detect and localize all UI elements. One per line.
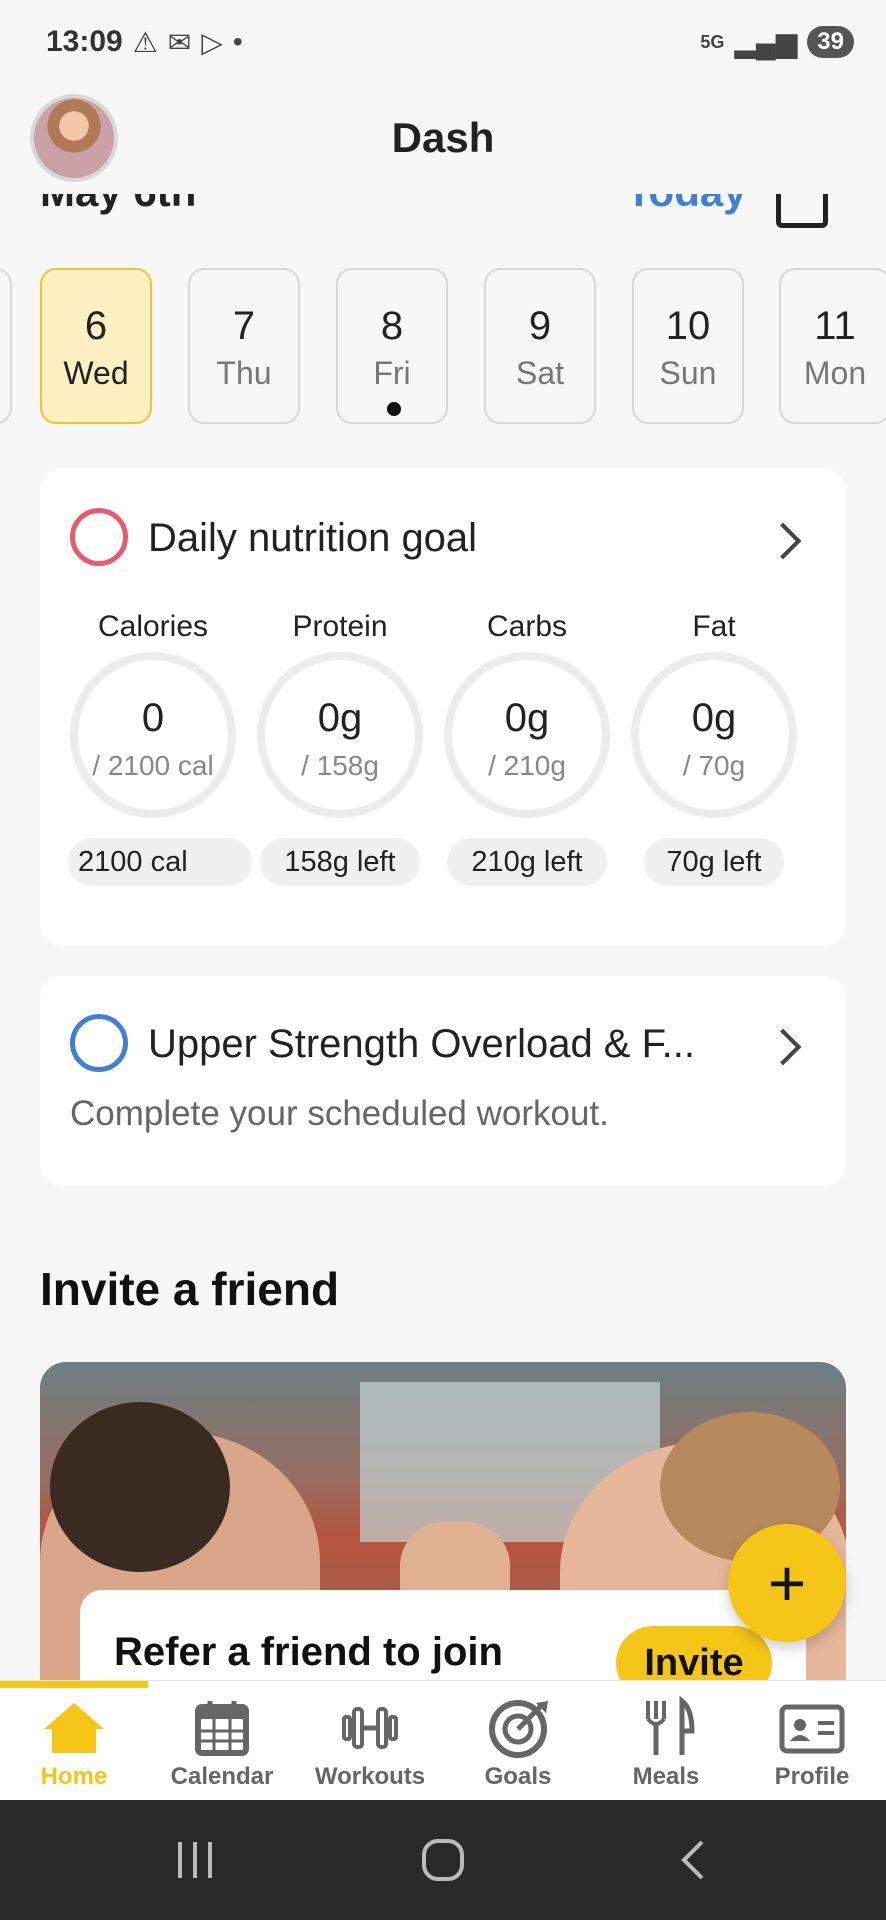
nutrition-card[interactable]: Daily nutrition goal Calories 0 / 2100 c…: [40, 468, 846, 946]
nav-label: Profile: [774, 1763, 850, 1790]
macro-target: / 70g: [682, 750, 746, 781]
network-type: 5G: [700, 31, 725, 52]
status-right: 5G ▂▄▆ 39: [700, 26, 854, 59]
day-number: 10: [665, 304, 711, 348]
macro-remaining: 70g left: [644, 838, 784, 886]
calendar-icon: [195, 1701, 249, 1756]
macro-carbs: Carbs 0g / 210g 210g left: [434, 610, 620, 910]
day-chip-6[interactable]: 6 Wed: [40, 268, 152, 424]
active-tab-indicator: [0, 1681, 148, 1688]
scheduled-dot: [387, 402, 401, 416]
macro-label: Calories: [97, 610, 209, 643]
chevron-right-icon[interactable]: [764, 1028, 802, 1066]
back-icon[interactable]: [668, 1838, 718, 1882]
nutrition-progress-ring-icon: [70, 508, 128, 566]
profile-card-icon: [779, 1704, 845, 1754]
nav-label: Home: [40, 1763, 108, 1790]
recent-apps-icon[interactable]: [170, 1838, 220, 1882]
macro-value: 0g: [691, 696, 737, 740]
nav-workouts[interactable]: Workouts: [296, 1695, 444, 1799]
day-strip[interactable]: 6 Wed 7 Thu 8 Fri 9 Sat 10 Sun 11 Mon: [0, 268, 886, 426]
gmail-icon: ✉: [167, 26, 192, 58]
day-chip-9[interactable]: 9 Sat: [484, 268, 596, 424]
macro-calories: Calories 0 / 2100 cal 2100 cal: [60, 610, 252, 910]
macro-label: Carbs: [486, 610, 568, 643]
home-button-icon[interactable]: [418, 1838, 468, 1882]
nav-goals[interactable]: Goals: [444, 1695, 592, 1799]
workout-card[interactable]: Upper Strength Overload & F... Complete …: [40, 976, 846, 1186]
macro-target: / 2100 cal: [92, 750, 214, 781]
day-weekday: Fri: [373, 355, 411, 391]
fork-knife-icon: [646, 1695, 695, 1755]
page-title: Dash: [391, 114, 495, 161]
day-chip-11[interactable]: 11 Mon: [779, 268, 886, 424]
signal-icon: ▂▄▆: [734, 26, 798, 58]
macro-remaining: 2100 cal: [68, 838, 252, 886]
invite-heading: Invite a friend: [40, 1263, 340, 1315]
nav-label: Calendar: [170, 1763, 274, 1790]
day-chip-8[interactable]: 8 Fri: [336, 268, 448, 424]
day-number: 6: [84, 304, 108, 348]
day-chip-previous[interactable]: [0, 268, 12, 424]
day-weekday: Wed: [63, 355, 129, 391]
system-nav-bar: [0, 1800, 886, 1920]
day-number: 7: [232, 304, 256, 348]
nav-profile[interactable]: Profile: [738, 1695, 886, 1799]
home-icon: [44, 1703, 104, 1753]
workout-progress-ring-icon: [70, 1014, 128, 1072]
macro-label: Protein: [292, 610, 388, 643]
macro-value: 0g: [504, 696, 550, 740]
macro-target: / 158g: [301, 750, 379, 781]
status-left: 13:09 ⚠ ✉ ▷ •: [46, 25, 243, 59]
refer-text: Refer a friend to join: [114, 1630, 503, 1674]
macro-value: 0: [141, 696, 165, 740]
nav-calendar[interactable]: Calendar: [148, 1695, 296, 1799]
macro-protein: Protein 0g / 158g 158g left: [247, 610, 433, 910]
workout-subtitle: Complete your scheduled workout.: [70, 1094, 609, 1133]
macro-fat: Fat 0g / 70g 70g left: [621, 610, 807, 910]
battery-indicator: 39: [807, 26, 854, 58]
day-weekday: Thu: [216, 355, 272, 391]
nav-label: Workouts: [314, 1763, 426, 1790]
macro-target: / 210g: [488, 750, 566, 781]
status-time: 13:09: [46, 25, 123, 58]
macro-remaining: 158g left: [260, 838, 420, 886]
day-chip-10[interactable]: 10 Sun: [632, 268, 744, 424]
nav-label: Goals: [484, 1763, 552, 1790]
day-chip-7[interactable]: 7 Thu: [188, 268, 300, 424]
add-fab-button[interactable]: +: [728, 1524, 846, 1642]
target-icon: [489, 1700, 548, 1758]
day-number: 9: [528, 304, 552, 348]
nav-meals[interactable]: Meals: [592, 1695, 740, 1799]
nutrition-title: Daily nutrition goal: [148, 516, 478, 560]
workout-title: Upper Strength Overload & F...: [148, 1022, 695, 1066]
notification-dot-icon: •: [232, 26, 243, 57]
day-weekday: Mon: [803, 355, 867, 391]
macro-value: 0g: [317, 696, 363, 740]
status-bar: 13:09 ⚠ ✉ ▷ • 5G ▂▄▆ 39: [0, 0, 886, 84]
chevron-right-icon[interactable]: [764, 522, 802, 560]
day-number: 8: [380, 304, 404, 348]
nav-home[interactable]: Home: [0, 1695, 148, 1799]
warning-icon: ⚠: [132, 26, 158, 58]
app-header: Dash: [0, 84, 886, 194]
day-number: 11: [814, 304, 856, 348]
macro-label: Fat: [692, 610, 736, 643]
media-icon: ▷: [201, 26, 223, 58]
day-weekday: Sun: [659, 355, 717, 391]
banner-person-left-hair: [50, 1402, 230, 1572]
nav-label: Meals: [632, 1763, 700, 1790]
bottom-nav: Home Calendar Workouts Goals Meals Profi…: [0, 1680, 886, 1800]
day-weekday: Sat: [515, 355, 565, 391]
macro-remaining: 210g left: [447, 838, 607, 886]
dumbbell-icon: [342, 1707, 398, 1749]
